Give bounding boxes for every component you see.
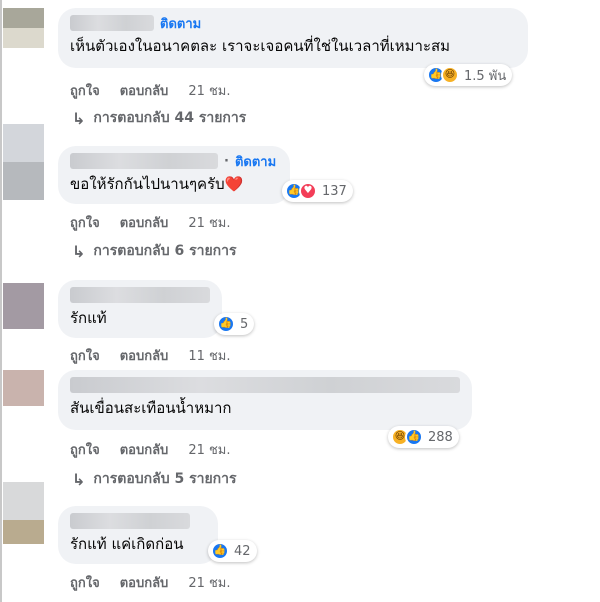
comment-actions: ถูกใจ ตอบกลับ 21 ชม.	[70, 212, 231, 233]
reaction-count: 5	[240, 316, 249, 332]
avatar[interactable]	[3, 124, 44, 200]
haha-icon: 😆	[441, 66, 459, 84]
like-button[interactable]: ถูกใจ	[70, 80, 100, 101]
separator-dot: ·	[224, 153, 229, 169]
avatar-bottom	[3, 28, 44, 48]
view-replies-link[interactable]: ↳ การตอบกลับ 6 รายการ	[72, 240, 237, 262]
reaction-summary[interactable]: 👍 42	[208, 540, 257, 562]
reply-arrow-icon: ↳	[72, 469, 86, 489]
avatar[interactable]	[3, 283, 44, 329]
avatar-top	[3, 8, 44, 28]
comment-text: สันเขื่อนสะเทือนน้ำหมาก	[70, 399, 232, 417]
comment-bubble: รักแท้	[58, 280, 222, 338]
avatar-top	[3, 370, 44, 406]
follow-link[interactable]: ติดตาม	[235, 151, 276, 172]
avatar-top	[3, 482, 44, 521]
avatar[interactable]	[3, 370, 44, 406]
like-button[interactable]: ถูกใจ	[70, 345, 100, 366]
reply-button[interactable]: ตอบกลับ	[120, 439, 169, 460]
like-icon: 👍	[405, 428, 423, 446]
reply-arrow-icon: ↳	[72, 241, 86, 261]
reaction-count: 1.5 พัน	[464, 68, 507, 84]
like-button[interactable]: ถูกใจ	[70, 572, 100, 593]
follow-link[interactable]: ติดตาม	[160, 13, 201, 34]
comment-actions: ถูกใจ ตอบกลับ 21 ชม.	[70, 572, 231, 593]
comment-timestamp[interactable]: 21 ชม.	[188, 80, 230, 101]
reply-arrow-icon: ↳	[72, 108, 86, 128]
author-name-blurred[interactable]	[70, 153, 218, 169]
comment-text: เห็นตัวเองในอนาคตละ เราจะเจอคนที่ใช่ในเว…	[70, 37, 451, 55]
comment-timestamp[interactable]: 21 ชม.	[188, 439, 230, 460]
comment-bubble: รักแท้ แค่เกิดก่อน	[58, 506, 218, 564]
author-name-blurred[interactable]	[70, 287, 210, 303]
reaction-summary[interactable]: 👍 😆 1.5 พัน	[424, 64, 513, 86]
comment-timestamp[interactable]: 21 ชม.	[188, 212, 230, 233]
comment-bubble: · ติดตาม ขอให้รักกันไปนานๆครับ❤️	[58, 146, 290, 204]
comment-bubble: ติดตาม เห็นตัวเองในอนาคตละ เราจะเจอคนที่…	[58, 8, 528, 68]
reply-button[interactable]: ตอบกลับ	[120, 345, 169, 366]
reaction-summary[interactable]: 👍 ♥ 137	[282, 180, 353, 202]
comment-timestamp[interactable]: 11 ชม.	[188, 345, 230, 366]
avatar-bottom	[3, 520, 44, 544]
author-name-blurred[interactable]	[70, 15, 154, 31]
comment-bubble: สันเขื่อนสะเทือนน้ำหมาก	[58, 370, 472, 430]
avatar-top	[3, 124, 44, 162]
reaction-summary[interactable]: 😆 👍 288	[388, 426, 459, 448]
comment-actions: ถูกใจ ตอบกลับ 21 ชม.	[70, 439, 231, 460]
author-name-blurred[interactable]	[70, 377, 460, 393]
like-icon: 👍	[211, 542, 229, 560]
avatar[interactable]	[3, 8, 44, 48]
avatar-bottom	[3, 162, 44, 200]
reaction-count: 137	[322, 183, 347, 199]
replies-label: การตอบกลับ 6 รายการ	[93, 243, 237, 259]
comment-text: ขอให้รักกันไปนานๆครับ❤️	[70, 175, 244, 193]
like-icon: 👍	[217, 315, 235, 333]
avatar-top	[3, 283, 44, 329]
reply-button[interactable]: ตอบกลับ	[120, 212, 169, 233]
replies-label: การตอบกลับ 44 รายการ	[93, 110, 247, 126]
like-button[interactable]: ถูกใจ	[70, 212, 100, 233]
avatar[interactable]	[3, 482, 44, 544]
comment-text: รักแท้ แค่เกิดก่อน	[70, 535, 184, 553]
reaction-count: 288	[428, 429, 453, 445]
reaction-count: 42	[234, 543, 251, 559]
author-name-blurred[interactable]	[70, 513, 190, 529]
reply-button[interactable]: ตอบกลับ	[120, 572, 169, 593]
view-replies-link[interactable]: ↳ การตอบกลับ 5 รายการ	[72, 468, 237, 490]
comment-text: รักแท้	[70, 309, 107, 327]
comment-timestamp[interactable]: 21 ชม.	[188, 572, 230, 593]
reply-button[interactable]: ตอบกลับ	[120, 80, 169, 101]
love-icon: ♥	[299, 182, 317, 200]
comment-actions: ถูกใจ ตอบกลับ 21 ชม.	[70, 80, 231, 101]
view-replies-link[interactable]: ↳ การตอบกลับ 44 รายการ	[72, 107, 246, 129]
like-button[interactable]: ถูกใจ	[70, 439, 100, 460]
comment-actions: ถูกใจ ตอบกลับ 11 ชม.	[70, 345, 231, 366]
replies-label: การตอบกลับ 5 รายการ	[93, 471, 237, 487]
reaction-summary[interactable]: 👍 5	[214, 313, 255, 335]
frame-edge	[0, 0, 2, 602]
